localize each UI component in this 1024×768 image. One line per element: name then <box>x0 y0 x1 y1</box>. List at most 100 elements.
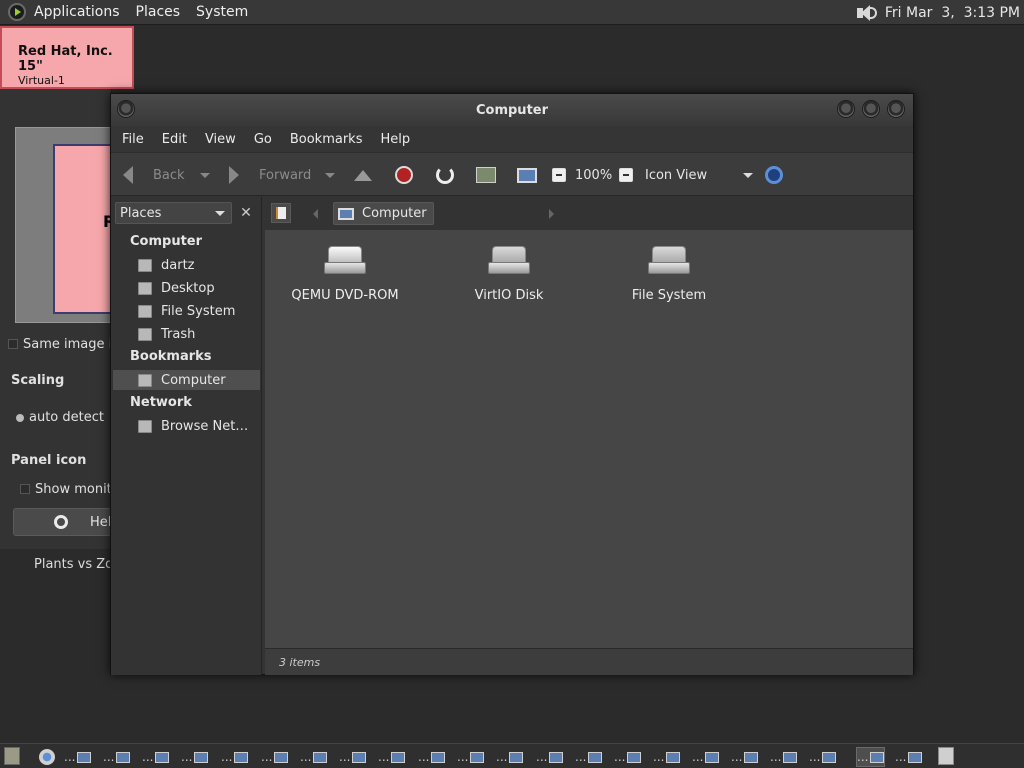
task-item[interactable]: ... <box>770 747 798 767</box>
close-button[interactable] <box>887 100 905 118</box>
task-item[interactable]: ... <box>614 747 642 767</box>
zoom-in-button[interactable] <box>619 153 633 197</box>
minimize-button[interactable] <box>837 100 855 118</box>
computer-button[interactable] <box>517 153 537 197</box>
up-arrow-icon <box>354 169 372 181</box>
menu-edit[interactable]: Edit <box>153 132 196 147</box>
stop-icon <box>395 166 413 184</box>
task-item[interactable]: ... <box>103 747 131 767</box>
chevron-down-icon <box>200 172 210 178</box>
forward-arrow-icon <box>229 166 239 184</box>
menu-bookmarks[interactable]: Bookmarks <box>281 132 372 147</box>
menu-view[interactable]: View <box>196 132 245 147</box>
volume-icon[interactable] <box>855 4 877 22</box>
window-icon <box>509 751 524 763</box>
trash-applet-icon[interactable] <box>938 747 954 765</box>
icon-view[interactable]: QEMU DVD-ROM VirtIO Disk File System <box>265 230 913 648</box>
window-menu-button[interactable] <box>117 100 135 118</box>
task-item[interactable]: ... <box>496 747 524 767</box>
up-button[interactable] <box>354 153 372 197</box>
show-desktop-icon[interactable] <box>4 747 20 765</box>
maximize-button[interactable] <box>862 100 880 118</box>
menu-go[interactable]: Go <box>245 132 281 147</box>
task-item[interactable]: ... <box>809 747 837 767</box>
task-item[interactable]: ... <box>339 747 367 767</box>
section-bookmarks: Bookmarks <box>130 349 212 364</box>
auto-detect-radio[interactable] <box>16 414 24 422</box>
zoom-out-button[interactable] <box>552 153 566 197</box>
home-button[interactable] <box>476 153 496 197</box>
sidebar-item-label: Browse Net… <box>161 418 249 434</box>
menu-bar: File Edit View Go Bookmarks Help <box>111 126 913 152</box>
task-item[interactable]: ... <box>653 747 681 767</box>
menu-system[interactable]: System <box>188 4 256 20</box>
file-item[interactable]: VirtIO Disk <box>429 246 589 303</box>
task-item[interactable]: ... <box>378 747 406 767</box>
path-scroll-left-icon[interactable] <box>313 209 318 219</box>
reload-button[interactable] <box>436 153 454 197</box>
task-item[interactable]: ... <box>895 747 923 767</box>
sidebar-item-computer-bookmark[interactable]: Computer <box>113 370 260 390</box>
window-titlebar[interactable]: Computer <box>111 94 913 126</box>
view-mode-select[interactable]: Icon View <box>645 153 754 197</box>
task-item[interactable]: ... <box>181 747 209 767</box>
menu-places[interactable]: Places <box>128 4 189 20</box>
close-side-pane-button[interactable]: ✕ <box>235 202 257 224</box>
sidebar-item-trash[interactable]: Trash <box>138 324 195 344</box>
back-history-dropdown[interactable] <box>200 153 210 197</box>
applications-logo-icon[interactable] <box>8 3 26 21</box>
search-button[interactable] <box>765 153 783 197</box>
menu-applications[interactable]: Applications <box>26 4 128 20</box>
window-icon <box>352 751 367 763</box>
task-item[interactable]: ... <box>457 747 485 767</box>
task-item-active[interactable]: ... <box>856 747 886 767</box>
back-arrow-icon <box>123 166 133 184</box>
help-lifebuoy-icon <box>54 515 68 529</box>
task-item[interactable]: ... <box>221 747 249 767</box>
file-item[interactable]: File System <box>589 246 749 303</box>
task-item[interactable]: ... <box>300 747 328 767</box>
task-item[interactable]: ... <box>64 747 92 767</box>
task-item[interactable]: ... <box>418 747 446 767</box>
menu-file[interactable]: File <box>113 132 153 147</box>
forward-history-dropdown[interactable] <box>325 153 335 197</box>
help-button[interactable]: Help <box>13 508 125 536</box>
file-item-label: VirtIO Disk <box>474 288 544 303</box>
show-monitors-label: Show monito <box>35 482 120 497</box>
monitor-name: Red Hat, Inc. 15" <box>18 44 113 74</box>
task-item[interactable]: ... <box>692 747 720 767</box>
desktop-icon-label[interactable]: Plants vs Zor <box>34 557 118 572</box>
side-pane-selector-label: Places <box>120 205 162 221</box>
file-manager-window: Computer File Edit View Go Bookmarks Hel… <box>110 93 914 675</box>
window-icon <box>783 751 798 763</box>
window-icon <box>313 751 328 763</box>
forward-button[interactable]: Forward <box>227 153 311 197</box>
sidebar-item-file-system[interactable]: File System <box>138 301 235 321</box>
edit-location-button[interactable] <box>271 203 291 223</box>
sidebar-item-dartz[interactable]: dartz <box>138 255 194 275</box>
breadcrumb-label: Computer <box>362 206 427 221</box>
sidebar-item-desktop[interactable]: Desktop <box>138 278 215 298</box>
side-pane-selector[interactable]: Places <box>115 202 232 224</box>
stop-button[interactable] <box>395 153 413 197</box>
zoom-level[interactable]: 100% <box>575 153 612 197</box>
browser-icon[interactable] <box>39 749 55 765</box>
task-item[interactable]: ... <box>142 747 170 767</box>
breadcrumb[interactable]: Computer <box>333 202 434 225</box>
menu-help[interactable]: Help <box>371 132 419 147</box>
task-item[interactable]: ... <box>536 747 564 767</box>
sidebar-item-browse-network[interactable]: Browse Net… <box>138 416 248 436</box>
task-item[interactable]: ... <box>575 747 603 767</box>
task-item[interactable]: ... <box>261 747 289 767</box>
sidebar-item-label: Computer <box>161 372 226 388</box>
back-button[interactable]: Back <box>123 153 185 197</box>
clock[interactable]: Fri Mar 3, 3:13 PM <box>885 5 1020 21</box>
same-image-checkbox[interactable] <box>8 339 18 349</box>
path-scroll-right-icon[interactable] <box>549 209 554 219</box>
panel-icon-heading: Panel icon <box>11 453 87 468</box>
show-monitors-checkbox[interactable] <box>20 484 30 494</box>
file-item[interactable]: QEMU DVD-ROM <box>265 246 425 303</box>
window-icon <box>588 751 603 763</box>
task-item[interactable]: ... <box>731 747 759 767</box>
window-title: Computer <box>475 102 549 118</box>
